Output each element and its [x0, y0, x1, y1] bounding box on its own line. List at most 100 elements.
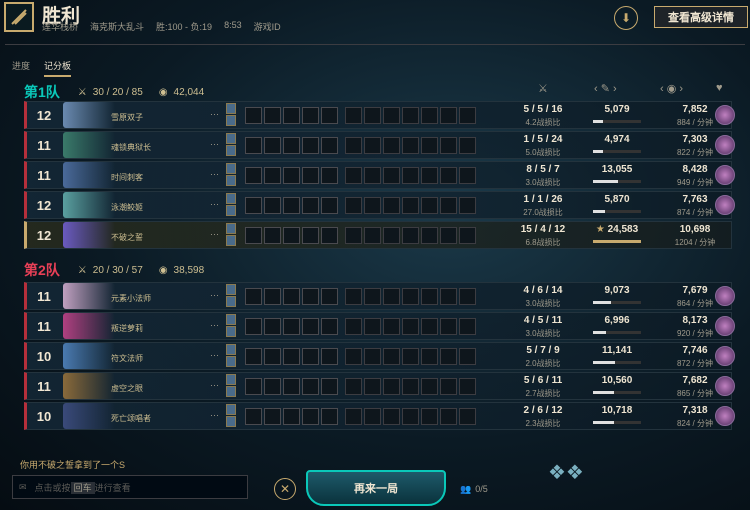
- item-slot[interactable]: [364, 378, 381, 395]
- item-slot[interactable]: [402, 318, 419, 335]
- champion-portrait[interactable]: [63, 102, 115, 128]
- player-row[interactable]: 12 雪原双子 ··· 5 / 5 / 16 4.2战损比 5,079 7,85…: [24, 101, 735, 129]
- item-slot[interactable]: [421, 378, 438, 395]
- item-slot[interactable]: [459, 197, 476, 214]
- more-options-icon[interactable]: ···: [210, 229, 219, 239]
- rune-slot[interactable]: [302, 167, 319, 184]
- rune-slot[interactable]: [264, 167, 281, 184]
- item-slot[interactable]: [345, 197, 362, 214]
- item-slot[interactable]: [345, 378, 362, 395]
- champion-portrait[interactable]: [63, 313, 115, 339]
- champion-portrait[interactable]: [63, 283, 115, 309]
- item-slot[interactable]: [459, 167, 476, 184]
- item-slot[interactable]: [345, 227, 362, 244]
- player-row[interactable]: 12 不破之誓 ··· 15 / 4 / 12 6.8战损比 ★ 24,583 …: [24, 221, 732, 249]
- rune-slot[interactable]: [321, 107, 338, 124]
- champion-portrait[interactable]: [63, 403, 115, 429]
- more-options-icon[interactable]: ···: [210, 109, 219, 119]
- rune-slot[interactable]: [283, 197, 300, 214]
- more-options-icon[interactable]: ···: [210, 290, 219, 300]
- game-id-label[interactable]: 游戏ID: [254, 20, 281, 33]
- rune-slot[interactable]: [302, 137, 319, 154]
- summoner-spells[interactable]: [226, 404, 236, 428]
- item-slot[interactable]: [402, 408, 419, 425]
- item-slot[interactable]: [421, 288, 438, 305]
- damage-column-sort[interactable]: ‹ ✎ ›: [594, 82, 617, 95]
- rune-slot[interactable]: [245, 348, 262, 365]
- item-slot[interactable]: [402, 227, 419, 244]
- item-slot[interactable]: [383, 197, 400, 214]
- item-slot[interactable]: [345, 167, 362, 184]
- item-slot[interactable]: [402, 107, 419, 124]
- rune-slot[interactable]: [321, 348, 338, 365]
- more-options-icon[interactable]: ···: [210, 199, 219, 209]
- item-slot[interactable]: [421, 318, 438, 335]
- player-row[interactable]: 11 叛逆萝莉 ··· 4 / 5 / 11 3.0战损比 6,996 8,17…: [24, 312, 735, 340]
- tab-scoreboard[interactable]: 记分板: [44, 59, 72, 77]
- more-options-icon[interactable]: ···: [210, 320, 219, 330]
- honor-vote-icon[interactable]: [715, 346, 735, 366]
- item-slot[interactable]: [383, 137, 400, 154]
- champion-portrait[interactable]: [63, 222, 115, 248]
- honor-vote-icon[interactable]: [715, 376, 735, 396]
- gold-column-sort[interactable]: ‹ ◉ ›: [660, 82, 683, 95]
- item-slot[interactable]: [440, 107, 457, 124]
- item-slot[interactable]: [383, 318, 400, 335]
- item-slot[interactable]: [440, 348, 457, 365]
- item-slot[interactable]: [421, 348, 438, 365]
- item-slot[interactable]: [383, 107, 400, 124]
- rune-slot[interactable]: [264, 288, 281, 305]
- player-row[interactable]: 12 泳潮鲛姬 ··· 1 / 1 / 26 27.0战损比 5,870 7,7…: [24, 191, 735, 219]
- rune-slot[interactable]: [321, 137, 338, 154]
- player-name[interactable]: 时间刺客: [111, 172, 143, 183]
- item-slot[interactable]: [364, 288, 381, 305]
- rune-slot[interactable]: [245, 318, 262, 335]
- item-slot[interactable]: [459, 348, 476, 365]
- summoner-spells[interactable]: [226, 223, 236, 247]
- rune-slot[interactable]: [283, 348, 300, 365]
- player-name[interactable]: 虚空之眼: [111, 383, 143, 394]
- player-row[interactable]: 11 元素小法师 ··· 4 / 6 / 14 3.0战损比 9,073 7,6…: [24, 282, 735, 310]
- rune-slot[interactable]: [264, 197, 281, 214]
- rune-slot[interactable]: [302, 408, 319, 425]
- item-slot[interactable]: [383, 348, 400, 365]
- item-slot[interactable]: [459, 288, 476, 305]
- item-slot[interactable]: [364, 318, 381, 335]
- item-slot[interactable]: [459, 318, 476, 335]
- item-slot[interactable]: [345, 137, 362, 154]
- player-row[interactable]: 11 虚空之眼 ··· 5 / 6 / 11 2.7战损比 10,560 7,6…: [24, 372, 735, 400]
- play-again-button[interactable]: 再来一局: [306, 470, 446, 506]
- rune-slot[interactable]: [283, 318, 300, 335]
- item-slot[interactable]: [345, 318, 362, 335]
- item-slot[interactable]: [402, 348, 419, 365]
- item-slot[interactable]: [421, 408, 438, 425]
- item-slot[interactable]: [459, 378, 476, 395]
- item-slot[interactable]: [402, 137, 419, 154]
- rune-slot[interactable]: [302, 227, 319, 244]
- rune-slot[interactable]: [321, 227, 338, 244]
- item-slot[interactable]: [421, 167, 438, 184]
- rune-slot[interactable]: [302, 378, 319, 395]
- honor-vote-icon[interactable]: [715, 135, 735, 155]
- item-slot[interactable]: [345, 107, 362, 124]
- item-slot[interactable]: [402, 378, 419, 395]
- item-slot[interactable]: [459, 107, 476, 124]
- summoner-spells[interactable]: [226, 284, 236, 308]
- champion-portrait[interactable]: [63, 132, 115, 158]
- item-slot[interactable]: [364, 348, 381, 365]
- rune-slot[interactable]: [302, 197, 319, 214]
- tab-progress[interactable]: 进度: [12, 59, 30, 77]
- player-name[interactable]: 死亡颂唱者: [111, 413, 151, 424]
- player-row[interactable]: 11 时间刺客 ··· 8 / 5 / 7 3.0战损比 13,055 8,42…: [24, 161, 735, 189]
- item-slot[interactable]: [364, 137, 381, 154]
- summoner-spells[interactable]: [226, 133, 236, 157]
- rune-slot[interactable]: [321, 318, 338, 335]
- summoner-spells[interactable]: [226, 103, 236, 127]
- more-options-icon[interactable]: ···: [210, 410, 219, 420]
- rune-slot[interactable]: [264, 227, 281, 244]
- rune-slot[interactable]: [264, 378, 281, 395]
- champion-portrait[interactable]: [63, 162, 115, 188]
- more-options-icon[interactable]: ···: [210, 169, 219, 179]
- item-slot[interactable]: [421, 227, 438, 244]
- rune-slot[interactable]: [321, 288, 338, 305]
